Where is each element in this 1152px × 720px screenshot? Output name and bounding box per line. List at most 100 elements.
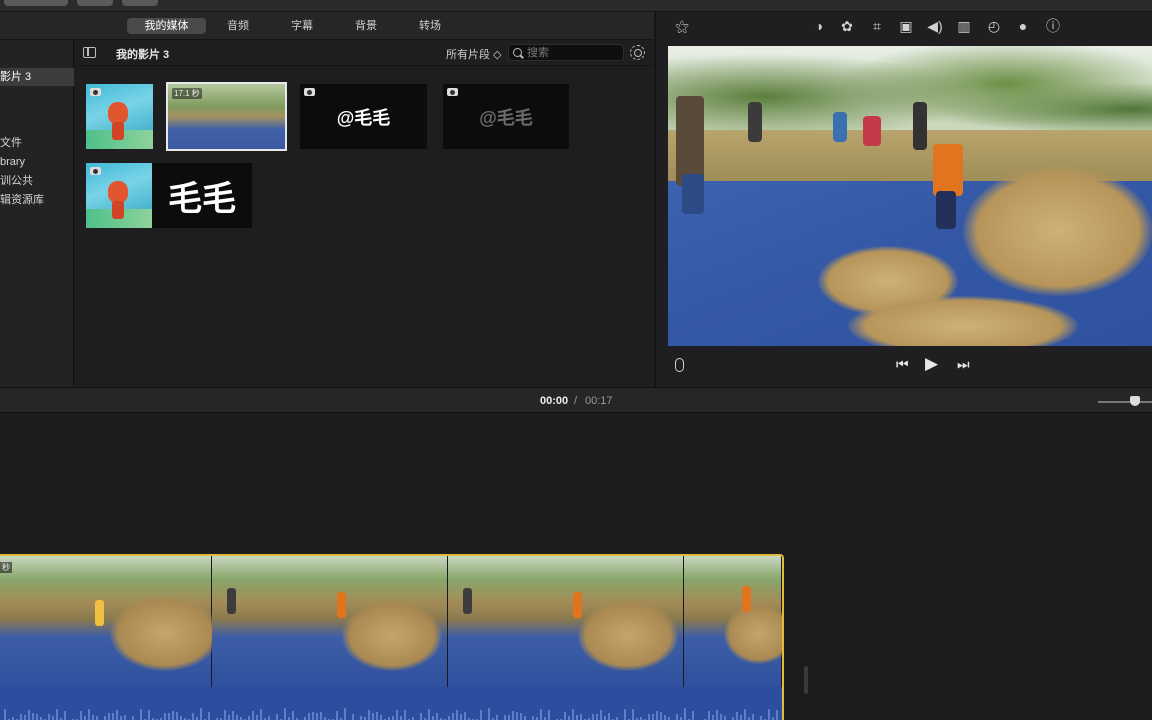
zoom-slider[interactable] bbox=[1098, 401, 1152, 403]
clip-photo-toy-2[interactable]: 毛毛 bbox=[86, 163, 252, 228]
skip-forward-icon[interactable]: ⏭ bbox=[957, 356, 970, 373]
zoom-slider-knob[interactable] bbox=[1130, 396, 1140, 406]
sidebar-item-public[interactable]: 训公共 bbox=[0, 172, 74, 190]
clip-title-text: @毛毛 bbox=[336, 107, 391, 128]
filmstrip-frame bbox=[684, 556, 782, 687]
filter-icon[interactable]: ● bbox=[1015, 18, 1031, 34]
skip-back-icon[interactable]: ⏮ bbox=[896, 356, 909, 373]
waveform-bar bbox=[112, 713, 114, 720]
sidebar-item-resource-library[interactable]: 辑资源库 bbox=[0, 191, 74, 209]
color-balance-icon[interactable]: ◑ bbox=[811, 18, 827, 34]
waveform-bar bbox=[96, 715, 98, 720]
clip-photo-toy[interactable] bbox=[86, 84, 153, 149]
toolbar-button[interactable] bbox=[77, 0, 113, 6]
clip-title-at-maomao[interactable]: @毛毛 bbox=[300, 84, 427, 149]
equalizer-icon[interactable]: ▥ bbox=[956, 18, 972, 34]
volume-icon[interactable]: ◀) bbox=[927, 18, 943, 34]
viewer: ⚝ ◑ ✿ ⌗ ▣ ◀) ▥ ◴ ● ⓘ ⏮ ▶ ⏭ bbox=[655, 12, 1152, 387]
sidebar-item-library[interactable]: brary bbox=[0, 153, 74, 171]
sidebar-item-project[interactable]: 影片 3 bbox=[0, 68, 74, 86]
clip-title-at-maomao-dim[interactable]: @毛毛 bbox=[443, 84, 569, 149]
waveform-bar bbox=[4, 709, 6, 720]
tab-titles[interactable]: 字幕 bbox=[282, 18, 322, 34]
waveform-bar bbox=[520, 713, 522, 720]
tab-backgrounds[interactable]: 背景 bbox=[346, 18, 386, 34]
waveform-bar bbox=[292, 711, 294, 720]
waveform-bar bbox=[664, 714, 666, 720]
top-toolbar bbox=[0, 0, 1152, 12]
waveform-bar bbox=[116, 709, 118, 720]
waveform-bar bbox=[464, 712, 466, 720]
libraries-sidebar: 影片 3 文件 brary 训公共 辑资源库 bbox=[0, 40, 74, 387]
waveform-bar bbox=[676, 714, 678, 720]
color-palette-icon[interactable]: ✿ bbox=[839, 18, 855, 34]
waveform-bar bbox=[624, 709, 626, 720]
timeline-resize-handle[interactable] bbox=[804, 666, 808, 694]
voiceover-mic-icon[interactable] bbox=[675, 358, 684, 372]
search-input[interactable] bbox=[527, 46, 621, 59]
waveform-bar bbox=[124, 714, 126, 720]
waveform-bar bbox=[600, 709, 602, 720]
speed-icon[interactable]: ◴ bbox=[986, 18, 1002, 34]
tab-audio[interactable]: 音频 bbox=[218, 18, 258, 34]
play-icon[interactable]: ▶ bbox=[925, 354, 938, 374]
waveform-bar bbox=[668, 716, 670, 720]
clip-title-text: @毛毛 bbox=[479, 107, 533, 128]
gear-icon[interactable] bbox=[630, 45, 645, 60]
stabilization-icon[interactable]: ▣ bbox=[898, 18, 914, 34]
waveform-bar bbox=[32, 712, 34, 720]
waveform-bar bbox=[456, 710, 458, 720]
waveform-bar bbox=[580, 714, 582, 720]
waveform-bar bbox=[396, 710, 398, 720]
waveform-bar bbox=[436, 712, 438, 720]
waveform-bar bbox=[64, 711, 66, 720]
magic-wand-icon[interactable]: ⚝ bbox=[674, 18, 690, 34]
waveform-bar bbox=[508, 715, 510, 720]
waveform-bar bbox=[148, 710, 150, 720]
waveform-bar bbox=[712, 714, 714, 720]
waveform-bar bbox=[752, 714, 754, 720]
search-field[interactable] bbox=[508, 44, 624, 61]
waveform-bar bbox=[604, 715, 606, 720]
waveform-bar bbox=[632, 709, 634, 720]
tab-transitions[interactable]: 转场 bbox=[410, 18, 450, 34]
waveform-bar bbox=[320, 712, 322, 720]
camera-icon bbox=[447, 88, 458, 96]
clip-title-text: 毛毛 bbox=[168, 180, 236, 218]
waveform-bar bbox=[236, 715, 238, 720]
waveform-bar bbox=[192, 712, 194, 720]
waveform-bar bbox=[368, 710, 370, 720]
sidebar-item-files[interactable]: 文件 bbox=[0, 134, 74, 152]
waveform-bar bbox=[36, 714, 38, 720]
waveform-bar bbox=[692, 711, 694, 720]
waveform-bar bbox=[284, 708, 286, 720]
waveform-bar bbox=[372, 713, 374, 720]
waveform-bar bbox=[512, 710, 514, 720]
toolbar-button[interactable] bbox=[122, 0, 158, 6]
crop-icon[interactable]: ⌗ bbox=[869, 18, 885, 34]
waveform-bar bbox=[684, 708, 686, 720]
waveform-bar bbox=[172, 711, 174, 720]
waveform-bar bbox=[20, 713, 22, 720]
waveform-bar bbox=[656, 711, 658, 720]
audio-waveform bbox=[0, 687, 782, 720]
waveform-bar bbox=[248, 716, 250, 720]
browser-tabs: 我的媒体 音频 字幕 背景 转场 bbox=[0, 12, 654, 40]
media-browser: 我的媒体 音频 字幕 背景 转场 影片 3 文件 brary 训公共 辑资源库 … bbox=[0, 12, 654, 387]
waveform-bar bbox=[48, 714, 50, 720]
tab-my-media[interactable]: 我的媒体 bbox=[127, 18, 206, 34]
waveform-bar bbox=[496, 715, 498, 720]
clip-video-harvest[interactable]: 17.1 秒 bbox=[166, 82, 287, 151]
waveform-bar bbox=[260, 709, 262, 720]
waveform-bar bbox=[376, 711, 378, 720]
info-icon[interactable]: ⓘ bbox=[1045, 18, 1061, 34]
timeline-clip[interactable]: 秒 bbox=[0, 554, 784, 720]
waveform-bar bbox=[432, 715, 434, 720]
toolbar-button[interactable] bbox=[4, 0, 68, 6]
waveform-bar bbox=[352, 713, 354, 720]
current-timecode: 00:00 bbox=[540, 395, 569, 407]
waveform-bar bbox=[480, 710, 482, 720]
sidebar-toggle-icon[interactable] bbox=[83, 47, 96, 58]
waveform-bar bbox=[428, 708, 430, 720]
clip-filter-select[interactable]: 所有片段 ◇ bbox=[446, 46, 502, 62]
